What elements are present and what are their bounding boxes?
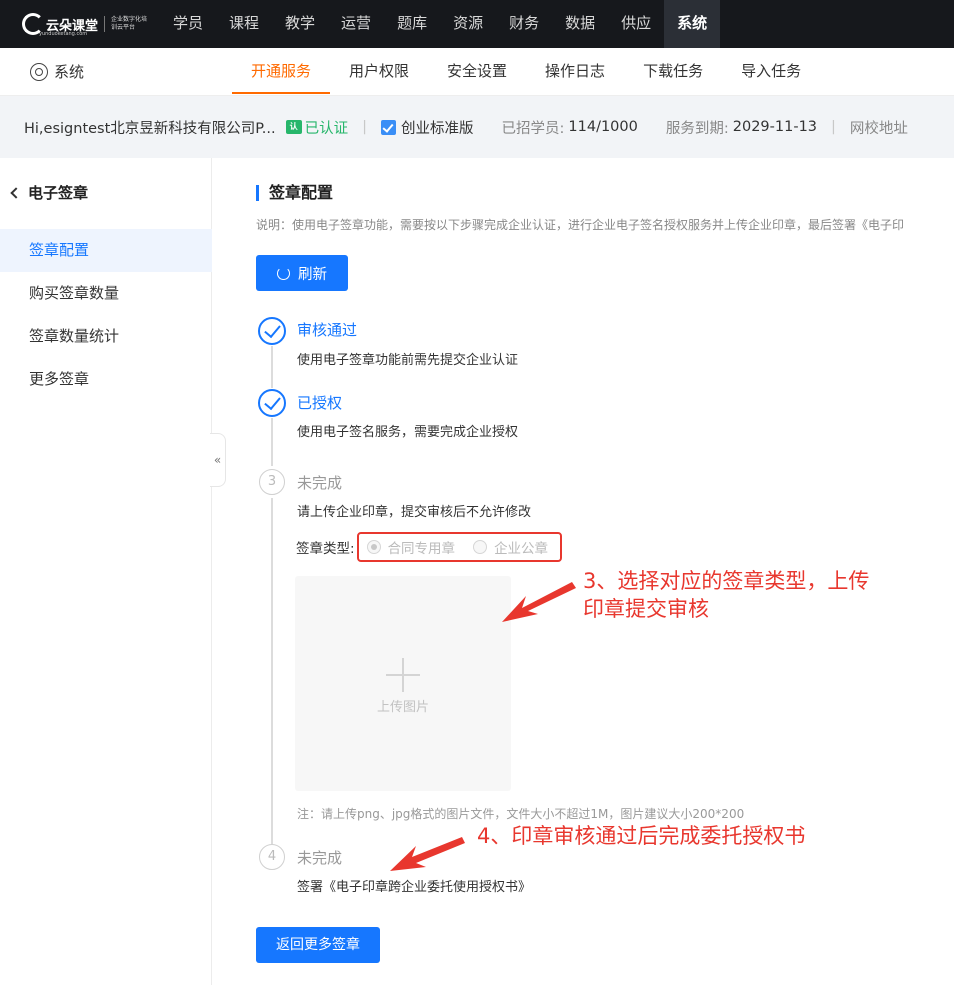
- step-3-number: 3: [259, 469, 285, 495]
- page-description: 说明：使用电子签章功能，需要按以下步骤完成企业认证，进行企业电子签名授权服务并上…: [256, 218, 905, 232]
- logo-divider: [104, 16, 106, 32]
- step-2-check-icon: [258, 389, 286, 417]
- edition-icon: [381, 119, 396, 135]
- refresh-button[interactable]: 刷新: [256, 255, 348, 291]
- radio-unchecked-icon: [473, 540, 488, 554]
- step-1-check-icon: [258, 317, 286, 345]
- edition-label: 创业标准版: [401, 120, 474, 137]
- gear-icon: [30, 62, 48, 81]
- certified-badge: 认 已认证: [285, 117, 349, 138]
- tab-download-tasks[interactable]: 下载任务: [624, 48, 722, 94]
- nav-item-question-bank[interactable]: 题库: [384, 0, 440, 48]
- step-2-desc: 使用电子签名服务，需要完成企业授权: [297, 425, 519, 440]
- certified-icon: 认: [285, 120, 302, 134]
- back-to-more-seals-button[interactable]: 返回更多签章: [256, 927, 380, 963]
- upload-label: 上传图片: [376, 700, 429, 715]
- info-divider: |: [362, 119, 367, 135]
- sidebar-title: 电子签章: [28, 184, 89, 202]
- step-1-title: 审核通过: [297, 321, 358, 339]
- sidebar: 电子签章 签章配置 购买签章数量 签章数量统计 更多签章: [0, 158, 212, 985]
- refresh-icon: [277, 266, 290, 280]
- tab-open-services[interactable]: 开通服务: [232, 48, 331, 94]
- annotation-step3-line2: 印章提交审核: [583, 597, 709, 621]
- tab-operation-log[interactable]: 操作日志: [526, 48, 624, 94]
- annotation-step4: 4、印章审核通过后完成委托授权书: [477, 824, 806, 848]
- sidebar-item-more-seals[interactable]: 更多签章: [0, 358, 212, 401]
- sidebar-item-seal-stats[interactable]: 签章数量统计: [0, 315, 212, 358]
- sub-navbar: 系统 开通服务 用户权限 安全设置 操作日志 下载任务 导入任务: [0, 48, 954, 96]
- top-navbar: 云朵课堂 yunduoketang.com 企业数字化培训云平台 学员 课程 教…: [0, 0, 954, 48]
- nav-item-teaching[interactable]: 教学: [272, 0, 328, 48]
- account-greeting: Hi,esigntest北京昱新科技有限公司P...: [24, 120, 276, 137]
- nav-item-students[interactable]: 学员: [160, 0, 216, 48]
- certified-text: 已认证: [304, 120, 349, 137]
- annotation-arrow-icon: [390, 837, 465, 871]
- step-4-title: 未完成: [297, 849, 343, 867]
- students-value: 114/1000: [568, 119, 638, 135]
- tab-security-settings[interactable]: 安全设置: [428, 48, 526, 94]
- nav-item-courses[interactable]: 课程: [216, 0, 272, 48]
- main-nav: 学员 课程 教学 运营 题库 资源 财务 数据 供应 系统: [160, 0, 721, 48]
- logo[interactable]: 云朵课堂 yunduoketang.com 企业数字化培训云平台: [22, 9, 147, 39]
- account-info-bar: Hi,esigntest北京昱新科技有限公司P... 认 已认证 | 创业标准版…: [0, 96, 954, 158]
- nav-item-supply[interactable]: 供应: [608, 0, 664, 48]
- annotation-step3-line1: 3、选择对应的签章类型，上传: [583, 569, 870, 593]
- step-4-number: 4: [259, 844, 285, 870]
- seal-type-highlight: 合同专用章 企业公章: [356, 532, 563, 562]
- nav-item-operations[interactable]: 运营: [328, 0, 384, 48]
- expire-value: 2029-11-13: [732, 119, 818, 135]
- chevron-left-icon: [10, 186, 22, 199]
- students-label: 已招学员:: [501, 120, 565, 137]
- sidebar-item-seal-config[interactable]: 签章配置: [0, 229, 212, 272]
- nav-item-finance[interactable]: 财务: [496, 0, 552, 48]
- radio-checked-icon: [366, 540, 381, 554]
- seal-option-label: 合同专用章: [387, 541, 456, 557]
- seal-option-label: 企业公章: [494, 541, 549, 557]
- step-3-desc: 请上传企业印章，提交审核后不允许修改: [297, 505, 532, 520]
- expire-label: 服务到期:: [665, 120, 729, 137]
- refresh-label: 刷新: [298, 266, 327, 283]
- section-label: 系统: [54, 63, 85, 81]
- step-connector: [271, 418, 273, 466]
- step-connector: [271, 346, 273, 388]
- nav-item-resources[interactable]: 资源: [440, 0, 496, 48]
- nav-item-data[interactable]: 数据: [552, 0, 608, 48]
- seal-type-label: 签章类型:: [296, 541, 355, 557]
- tab-user-permissions[interactable]: 用户权限: [330, 48, 428, 94]
- plus-icon: [402, 658, 404, 692]
- nav-item-system[interactable]: 系统: [664, 0, 721, 48]
- seal-type-row: 签章类型: 合同专用章 企业公章: [296, 532, 563, 562]
- logo-url: yunduoketang.com: [39, 31, 88, 37]
- step-4-desc[interactable]: 签署《电子印章跨企业委托使用授权书》: [297, 876, 531, 895]
- sub-tabs: 开通服务 用户权限 安全设置 操作日志 下载任务 导入任务: [232, 48, 820, 96]
- upload-image-dropzone[interactable]: 上传图片: [295, 576, 511, 791]
- sidebar-item-buy-seals[interactable]: 购买签章数量: [0, 272, 212, 315]
- step-3-title: 未完成: [297, 474, 343, 492]
- step-2-title: 已授权: [297, 394, 343, 412]
- section-header: 系统: [30, 61, 84, 82]
- info-divider: |: [831, 119, 836, 135]
- seal-option-contract[interactable]: 合同专用章: [366, 537, 456, 557]
- step-1-desc: 使用电子签章功能前需先提交企业认证: [297, 353, 519, 368]
- annotation-arrow-icon: [502, 582, 576, 622]
- tab-import-tasks[interactable]: 导入任务: [722, 48, 820, 94]
- step-connector: [271, 498, 273, 844]
- upload-note: 注：请上传png、jpg格式的图片文件，文件大小不超过1M，图片建议大小200*…: [297, 807, 745, 821]
- seal-option-official[interactable]: 企业公章: [473, 537, 548, 557]
- logo-subtitle: 企业数字化培训云平台: [111, 16, 148, 31]
- back-to-e-signature[interactable]: 电子签章: [8, 182, 88, 203]
- site-address-label: 网校地址: [849, 120, 908, 137]
- page-title: 签章配置: [256, 185, 333, 201]
